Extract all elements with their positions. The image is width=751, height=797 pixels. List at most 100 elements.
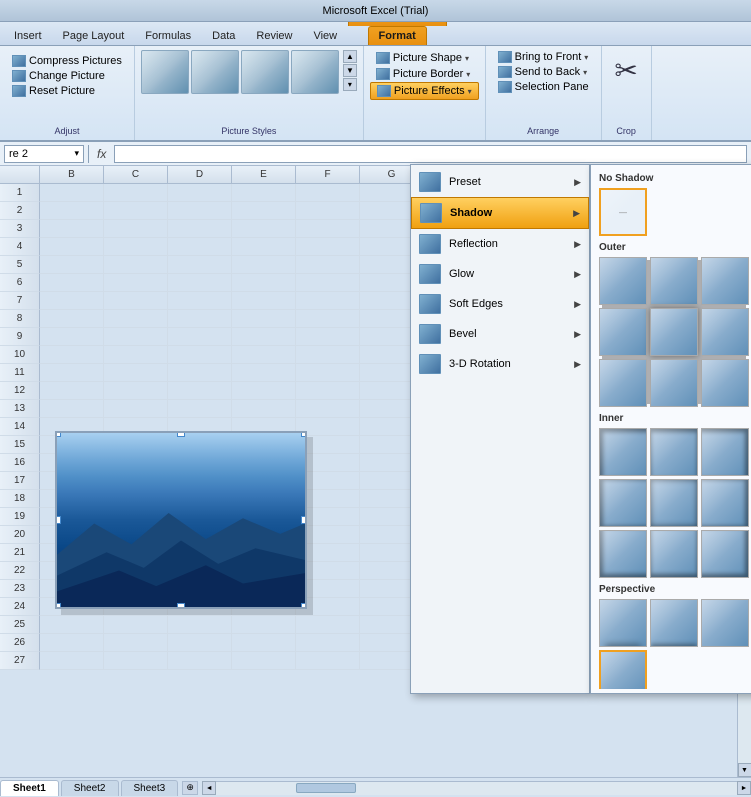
grid-cell[interactable] [168, 238, 232, 256]
grid-cell[interactable] [104, 328, 168, 346]
selection-pane-button[interactable]: Selection Pane [494, 80, 593, 94]
picture-effects-button[interactable]: Picture Effects ▾ [370, 82, 479, 100]
inner-shadow-3[interactable] [701, 428, 749, 476]
grid-cell[interactable] [40, 202, 104, 220]
crop-button[interactable]: ✂ [610, 50, 642, 90]
no-shadow-thumb[interactable]: — [599, 188, 647, 236]
reset-picture-button[interactable]: Reset Picture [8, 84, 99, 98]
grid-cell[interactable] [296, 256, 360, 274]
grid-cell[interactable] [40, 400, 104, 418]
grid-cell[interactable] [168, 274, 232, 292]
outer-shadow-3[interactable] [701, 257, 749, 305]
change-picture-button[interactable]: Change Picture [8, 69, 109, 83]
grid-cell[interactable] [104, 202, 168, 220]
grid-cell[interactable] [40, 616, 104, 634]
styles-scroll-down[interactable]: ▼ [343, 64, 357, 77]
resize-handle-se[interactable] [301, 603, 307, 609]
grid-cell[interactable] [232, 202, 296, 220]
tab-formulas[interactable]: Formulas [135, 27, 201, 45]
styles-more[interactable]: ▾ [343, 78, 357, 91]
scroll-right-arrow[interactable]: ► [737, 781, 751, 795]
grid-cell[interactable] [232, 184, 296, 202]
tab-review[interactable]: Review [246, 27, 302, 45]
inner-shadow-5[interactable] [650, 479, 698, 527]
tab-insert[interactable]: Insert [4, 27, 52, 45]
grid-cell[interactable] [104, 400, 168, 418]
sheet-tab-1[interactable]: Sheet1 [0, 780, 59, 796]
scroll-left-arrow[interactable]: ◄ [202, 781, 216, 795]
grid-cell[interactable] [296, 328, 360, 346]
sheet-tab-2[interactable]: Sheet2 [61, 780, 119, 796]
perspective-shadow-2[interactable] [650, 599, 698, 647]
grid-cell[interactable] [104, 274, 168, 292]
outer-shadow-2[interactable] [650, 257, 698, 305]
tab-format[interactable]: Format [368, 26, 427, 45]
compress-pictures-button[interactable]: Compress Pictures [8, 54, 126, 68]
grid-cell[interactable] [168, 616, 232, 634]
grid-cell[interactable] [232, 346, 296, 364]
grid-cell[interactable] [40, 634, 104, 652]
grid-cell[interactable] [40, 310, 104, 328]
grid-cell[interactable] [104, 184, 168, 202]
name-box-arrow[interactable]: ▾ [74, 148, 79, 159]
style-thumb-1[interactable] [141, 50, 189, 94]
tab-data[interactable]: Data [202, 27, 245, 45]
grid-cell[interactable] [40, 652, 104, 670]
grid-cell[interactable] [232, 400, 296, 418]
grid-cell[interactable] [232, 364, 296, 382]
resize-handle-nw[interactable] [55, 431, 61, 437]
outer-shadow-6[interactable] [701, 308, 749, 356]
tab-view[interactable]: View [303, 27, 347, 45]
grid-cell[interactable] [296, 382, 360, 400]
grid-cell[interactable] [168, 400, 232, 418]
grid-cell[interactable] [232, 220, 296, 238]
grid-cell[interactable] [296, 202, 360, 220]
menu-item-glow[interactable]: Glow ▶ [411, 259, 589, 289]
grid-cell[interactable] [296, 310, 360, 328]
grid-cell[interactable] [40, 292, 104, 310]
perspective-shadow-3[interactable] [701, 599, 749, 647]
tab-page-layout[interactable]: Page Layout [53, 27, 135, 45]
menu-item-preset[interactable]: Preset ▶ [411, 167, 589, 197]
outer-shadow-5[interactable] [650, 308, 698, 356]
inner-shadow-9[interactable] [701, 530, 749, 578]
grid-cell[interactable] [296, 274, 360, 292]
resize-handle-ne[interactable] [301, 431, 307, 437]
menu-item-reflection[interactable]: Reflection ▶ [411, 229, 589, 259]
grid-cell[interactable] [168, 346, 232, 364]
grid-cell[interactable] [104, 310, 168, 328]
style-thumb-3[interactable] [241, 50, 289, 94]
inner-shadow-2[interactable] [650, 428, 698, 476]
grid-cell[interactable] [40, 346, 104, 364]
picture-border-button[interactable]: Picture Border ▾ [370, 66, 479, 82]
grid-cell[interactable] [296, 400, 360, 418]
add-sheet-button[interactable]: ⊕ [182, 781, 198, 795]
inner-shadow-1[interactable] [599, 428, 647, 476]
send-to-back-button[interactable]: Send to Back ▾ [494, 65, 593, 79]
grid-cell[interactable] [40, 382, 104, 400]
grid-cell[interactable] [104, 238, 168, 256]
grid-cell[interactable] [168, 382, 232, 400]
resize-handle-sw[interactable] [55, 603, 61, 609]
resize-handle-e[interactable] [301, 516, 307, 524]
grid-cell[interactable] [104, 382, 168, 400]
grid-cell[interactable] [168, 292, 232, 310]
name-box[interactable]: re 2 ▾ [4, 145, 84, 163]
menu-item-shadow[interactable]: Shadow ▶ [411, 197, 589, 229]
formula-input[interactable] [114, 145, 747, 163]
inner-shadow-4[interactable] [599, 479, 647, 527]
grid-cell[interactable] [296, 220, 360, 238]
perspective-shadow-1[interactable] [599, 599, 647, 647]
grid-cell[interactable] [232, 652, 296, 670]
grid-cell[interactable] [168, 310, 232, 328]
horizontal-scrollbar[interactable]: ◄ ► [202, 781, 751, 795]
grid-cell[interactable] [296, 238, 360, 256]
grid-cell[interactable] [168, 634, 232, 652]
grid-cell[interactable] [296, 346, 360, 364]
grid-cell[interactable] [40, 238, 104, 256]
outer-shadow-1[interactable] [599, 257, 647, 305]
grid-cell[interactable] [40, 274, 104, 292]
inner-shadow-8[interactable] [650, 530, 698, 578]
grid-cell[interactable] [168, 220, 232, 238]
grid-cell[interactable] [296, 292, 360, 310]
